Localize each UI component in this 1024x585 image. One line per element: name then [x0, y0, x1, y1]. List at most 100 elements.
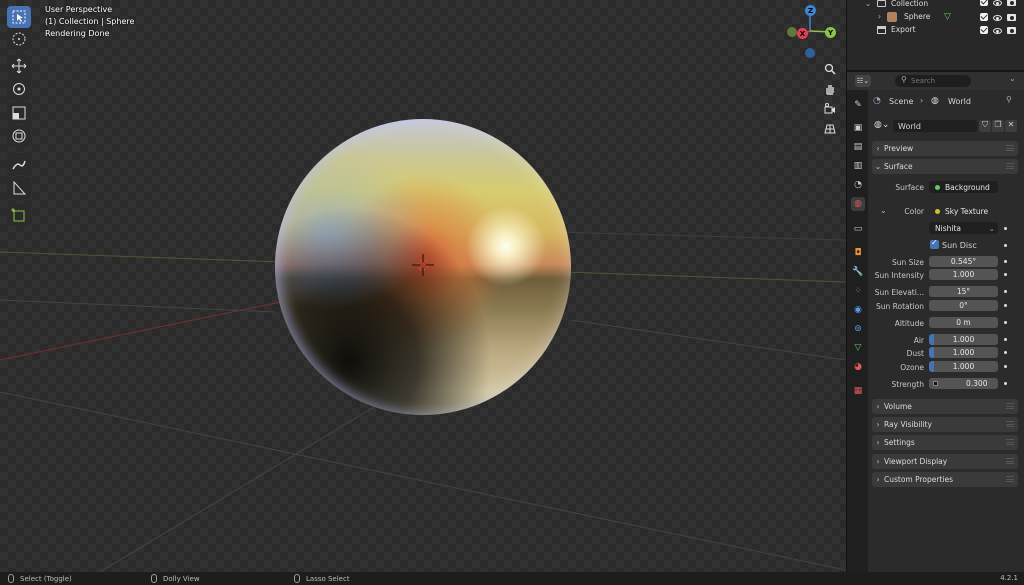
camera-render-icon[interactable] — [1007, 27, 1016, 34]
keyframe-dot-icon[interactable] — [1004, 351, 1007, 354]
modifier-tab-icon[interactable]: 🔧 — [851, 265, 865, 279]
sun-disc-checkbox[interactable]: ✓ — [930, 238, 939, 249]
keyframe-dot-icon[interactable] — [1004, 260, 1007, 263]
texture-tab-icon[interactable]: ▦ — [851, 384, 865, 398]
custom-properties-panel-header[interactable]: › Custom Properties — [872, 472, 1018, 487]
breadcrumb-scene[interactable]: Scene — [889, 97, 913, 106]
drag-grip-icon[interactable] — [1006, 421, 1014, 427]
drag-grip-icon[interactable] — [1006, 403, 1014, 409]
unlink-close-icon[interactable]: ✕ — [1005, 120, 1017, 132]
gizmo-x-axis[interactable]: X — [797, 28, 808, 39]
sun-intensity-field[interactable]: 1.000 — [929, 269, 998, 280]
particles-tab-icon[interactable]: ⁘ — [851, 284, 865, 298]
eye-icon[interactable] — [993, 15, 1002, 21]
sky-type-dropdown[interactable]: Nishita ⌄ — [929, 222, 998, 234]
keyframe-dot-icon[interactable] — [1004, 338, 1007, 341]
exclude-checkbox[interactable] — [980, 26, 988, 34]
pan-hand-icon[interactable] — [820, 80, 840, 98]
drag-grip-icon[interactable] — [1006, 458, 1014, 464]
world-browse-icon[interactable]: ◍⌄ — [874, 120, 890, 132]
view-layer-tab-icon[interactable]: ▥ — [851, 159, 865, 173]
dust-slider[interactable]: 1.000 — [929, 347, 998, 358]
outliner-row-collection[interactable]: ⌄ Collection — [847, 0, 1024, 10]
world-tab-icon[interactable]: ◍ — [851, 197, 865, 211]
fake-user-shield-icon[interactable]: ⛉ — [979, 120, 991, 132]
sun-size-field[interactable]: 0.545° — [929, 256, 998, 267]
zoom-icon[interactable] — [820, 60, 840, 78]
strength-field[interactable]: 0.300 — [929, 378, 998, 389]
ozone-slider[interactable]: 1.000 — [929, 361, 998, 372]
sphere-expand-icon[interactable]: › — [878, 12, 881, 21]
rotate-tool[interactable] — [7, 78, 31, 100]
search-input[interactable]: ⚲ Search — [895, 75, 971, 87]
3d-viewport[interactable]: User Perspective (1) Collection | Sphere… — [0, 0, 846, 572]
physics-tab-icon[interactable]: ◉ — [851, 303, 865, 317]
select-box-tool[interactable] — [7, 6, 31, 28]
camera-view-icon[interactable] — [820, 100, 840, 118]
tool-tab-icon[interactable]: ✎ — [851, 98, 865, 112]
collection-expand-icon[interactable]: ⌄ — [865, 0, 871, 8]
air-slider[interactable]: 1.000 — [929, 334, 998, 345]
exclude-checkbox[interactable] — [980, 0, 988, 6]
constraints-tab-icon[interactable]: ⊚ — [851, 322, 865, 336]
render-tab-icon[interactable]: ▣ — [851, 121, 865, 135]
material-tab-icon[interactable]: ◕ — [851, 360, 865, 374]
3d-cursor-icon[interactable] — [412, 254, 434, 276]
options-dropdown-icon[interactable]: ⌄ — [1009, 74, 1016, 83]
world-name-field[interactable]: World — [893, 120, 977, 132]
preview-panel-header[interactable]: › Preview — [872, 141, 1018, 156]
surface-shader-selector[interactable]: Background — [929, 181, 998, 193]
outliner-row-export[interactable]: Export — [847, 23, 1024, 36]
ray-visibility-panel-header[interactable]: › Ray Visibility — [872, 417, 1018, 432]
color-input-selector[interactable]: Sky Texture — [929, 205, 998, 217]
cursor-tool[interactable] — [7, 28, 31, 50]
editor-type-icon[interactable]: ☷⌄ — [855, 75, 871, 87]
keyframe-dot-icon[interactable] — [1004, 321, 1007, 324]
drag-grip-icon[interactable] — [1006, 439, 1014, 445]
chevron-right-icon: › — [876, 420, 880, 429]
measure-tool[interactable] — [7, 177, 31, 199]
eye-icon[interactable] — [993, 0, 1002, 6]
drag-grip-icon[interactable] — [1006, 476, 1014, 482]
field-value: 0.545° — [950, 257, 977, 266]
eye-icon[interactable] — [993, 28, 1002, 34]
pin-icon[interactable]: ⚲ — [1006, 95, 1012, 104]
keyframe-dot-icon[interactable] — [1004, 304, 1007, 307]
keyframe-dot-icon[interactable] — [1004, 273, 1007, 276]
object-tab-icon[interactable]: ◘ — [851, 246, 865, 260]
exclude-checkbox[interactable] — [980, 13, 988, 21]
collection-tab-icon[interactable]: ▭ — [851, 222, 865, 236]
mesh-data-icon[interactable]: ▽ — [944, 12, 951, 22]
viewport-display-panel-header[interactable]: › Viewport Display — [872, 454, 1018, 469]
outliner-row-sphere[interactable]: › Sphere ▽ — [847, 10, 1024, 23]
perspective-grid-icon[interactable] — [820, 120, 840, 138]
keyframe-dot-icon[interactable] — [1004, 244, 1007, 247]
scene-tab-icon[interactable]: ◔ — [851, 178, 865, 192]
duplicate-icon[interactable]: ❐ — [992, 120, 1004, 132]
drag-grip-icon[interactable] — [1006, 145, 1014, 151]
altitude-field[interactable]: 0 m — [929, 317, 998, 328]
drag-grip-icon[interactable] — [1006, 163, 1014, 169]
move-tool[interactable] — [7, 55, 31, 77]
breadcrumb-world[interactable]: World — [948, 97, 971, 106]
camera-render-icon[interactable] — [1007, 14, 1016, 21]
mesh-data-tab-icon[interactable]: ▽ — [851, 341, 865, 355]
keyframe-dot-icon[interactable] — [1004, 382, 1007, 385]
annotate-tool[interactable] — [7, 153, 31, 175]
keyframe-dot-icon[interactable] — [1004, 365, 1007, 368]
gizmo-y-axis[interactable]: Y — [825, 27, 836, 38]
surface-panel-header[interactable]: ⌄ Surface — [872, 159, 1018, 174]
sun-elevation-field[interactable]: 15° — [929, 286, 998, 297]
keyframe-dot-icon[interactable] — [1004, 290, 1007, 293]
volume-panel-header[interactable]: › Volume — [872, 399, 1018, 414]
output-tab-icon[interactable]: ▤ — [851, 140, 865, 154]
gizmo-z-axis[interactable]: Z — [805, 5, 816, 16]
add-cube-tool[interactable] — [7, 204, 31, 226]
keyframe-dot-icon[interactable] — [1004, 227, 1007, 230]
settings-panel-header[interactable]: › Settings — [872, 435, 1018, 450]
scale-tool[interactable] — [7, 102, 31, 124]
sun-rotation-field[interactable]: 0° — [929, 300, 998, 311]
color-input-value: Sky Texture — [945, 206, 989, 216]
camera-render-icon[interactable] — [1007, 0, 1016, 6]
transform-tool[interactable] — [7, 125, 31, 147]
